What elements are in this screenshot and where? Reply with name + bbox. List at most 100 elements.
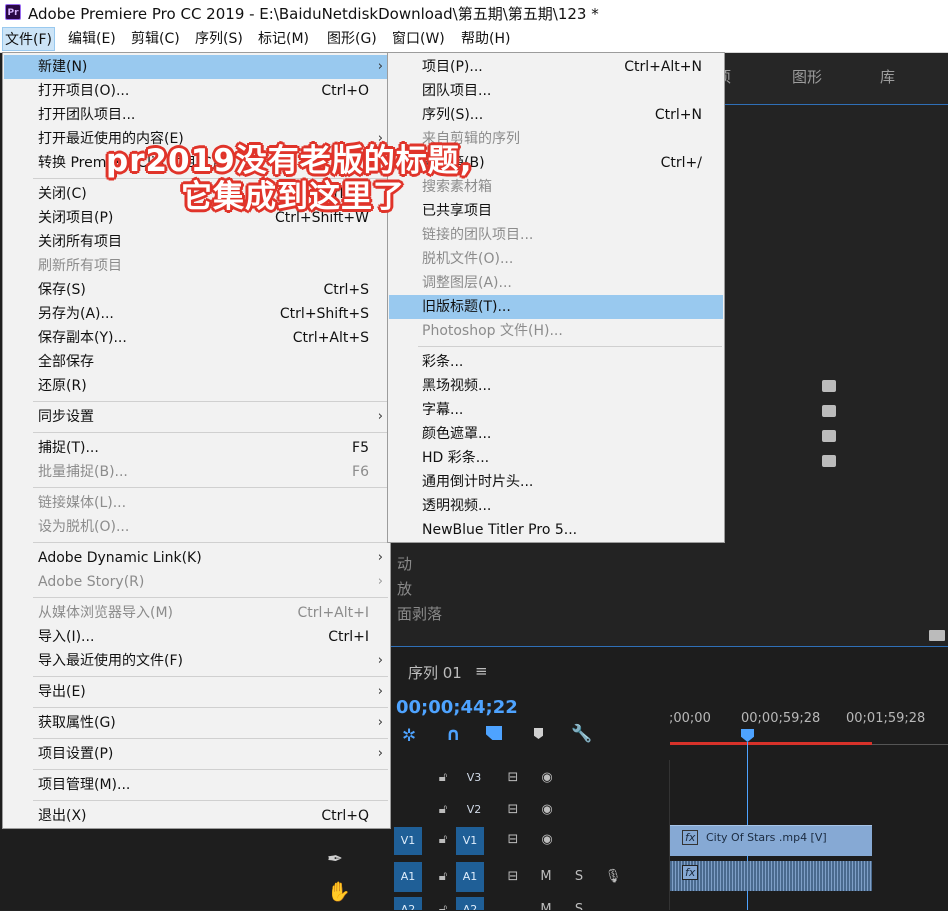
menu-item[interactable]: Adobe Dynamic Link(K) › [4,546,389,570]
work-area-bar[interactable] [670,742,872,745]
menu-item[interactable]: 导出(E) › [4,680,389,704]
menu-item-label: 链接媒体(L)... [38,495,127,511]
tab-graphics[interactable]: 图形 [792,66,822,87]
track-name[interactable]: V1 [456,827,484,855]
menu-item[interactable]: 退出(X) Ctrl+Q [4,804,389,828]
pen-tool-icon[interactable]: ✒ [327,848,343,870]
tab-library[interactable]: 库 [880,66,895,87]
menu-item[interactable]: 项目(P)... Ctrl+Alt+N [389,55,723,79]
solo-button[interactable]: S [570,864,588,890]
menu-item[interactable]: 关闭所有项目 [4,230,389,254]
menu-item[interactable]: Adobe Story(R) › [4,570,389,594]
menu-item[interactable]: 项目管理(M)... [4,773,389,797]
lock-icon[interactable]: 🔓︎ [434,864,452,890]
menu-item[interactable]: 设为脱机(O)... [4,515,389,539]
lock-icon[interactable]: 🔓︎ [434,897,452,910]
menu-sequence[interactable]: 序列(S) [193,27,245,51]
menu-item[interactable]: 调整图层(A)... [389,271,723,295]
effect-item[interactable]: 动 [397,553,412,574]
effect-item[interactable]: 放 [397,578,412,599]
lock-icon[interactable]: 🔓︎ [434,827,452,853]
menu-item-label: 脱机文件(O)... [422,251,514,267]
hand-tool-icon[interactable]: ✋ [327,880,351,903]
menu-item-label: 黑场视频... [422,378,492,394]
menu-item[interactable]: NewBlue Titler Pro 5... [389,518,723,542]
track-name[interactable]: A1 [456,862,484,892]
track-name[interactable]: V3 [460,765,488,791]
menu-item[interactable]: 序列(S)... Ctrl+N [389,103,723,127]
menu-item[interactable]: 打开团队项目... [4,103,389,127]
effect-item[interactable]: 面剥落 [397,603,442,624]
menu-file[interactable]: 文件(F) [2,27,55,51]
menu-help[interactable]: 帮助(H) [459,27,512,51]
audio-clip[interactable]: fx [670,861,872,891]
menu-edit[interactable]: 编辑(E) [66,27,118,51]
solo-button[interactable]: S [570,897,588,910]
menu-item[interactable]: 字幕... [389,398,723,422]
track-name[interactable]: V2 [460,797,488,823]
sync-lock-icon[interactable]: ⊟ [504,797,522,823]
menu-item[interactable]: 团队项目... [389,79,723,103]
track-name[interactable]: A2 [456,897,484,910]
menu-item[interactable]: 黑场视频... [389,374,723,398]
menu-item-label: 已共享项目 [422,203,492,219]
menu-item[interactable]: 从媒体浏览器导入(M) Ctrl+Alt+I [4,601,389,625]
menu-item[interactable]: 链接的团队项目... [389,223,723,247]
menu-item[interactable]: 脱机文件(O)... [389,247,723,271]
menu-item[interactable]: 捕捉(T)... F5 [4,436,389,460]
eye-icon[interactable]: ◉ [538,827,556,853]
menu-item-label: NewBlue Titler Pro 5... [422,522,578,538]
menu-item[interactable]: 打开项目(O)... Ctrl+O [4,79,389,103]
source-patch[interactable]: A1 [394,862,422,892]
playhead-timecode[interactable]: 00;00;44;22 [396,697,518,718]
menu-item[interactable]: 批量捕捉(B)... F6 [4,460,389,484]
source-patch[interactable]: A2 [394,897,422,910]
menu-item[interactable]: 刷新所有项目 [4,254,389,278]
menu-item[interactable]: 另存为(A)... Ctrl+Shift+S [4,302,389,326]
menu-item[interactable]: HD 彩条... [389,446,723,470]
menu-clip[interactable]: 剪辑(C) [129,27,182,51]
sequence-menu-icon[interactable]: ≡ [475,662,488,680]
menu-item-shortcut: Ctrl+/ [660,155,702,171]
wrench-icon[interactable]: 🔧 [571,724,592,744]
source-patch[interactable]: V1 [394,827,422,855]
menu-item[interactable]: 颜色遮罩... [389,422,723,446]
menu-item[interactable]: 项目设置(P) › [4,742,389,766]
sync-lock-icon[interactable]: ⊟ [504,864,522,890]
menu-item[interactable]: 导入(I)... Ctrl+I [4,625,389,649]
eye-icon[interactable]: ◉ [538,797,556,823]
menu-item[interactable]: 同步设置 › [4,405,389,429]
menu-window[interactable]: 窗口(W) [390,27,447,51]
menu-marker[interactable]: 标记(M) [256,27,311,51]
menu-item[interactable]: Photoshop 文件(H)... [389,319,723,343]
menu-item[interactable]: 全部保存 [4,350,389,374]
video-clip[interactable]: fx City Of Stars .mp4 [V] [670,825,872,856]
lock-icon[interactable]: 🔓︎ [434,765,452,791]
folder-icon[interactable] [929,630,945,641]
sync-lock-icon[interactable]: ⊟ [504,765,522,791]
menu-item[interactable]: 彩条... [389,350,723,374]
menu-item[interactable]: 保存(S) Ctrl+S [4,278,389,302]
eye-icon[interactable]: ◉ [538,765,556,791]
menu-item[interactable]: 已共享项目 [389,199,723,223]
mute-button[interactable]: M [537,897,555,910]
menu-item[interactable]: 透明视频... [389,494,723,518]
menu-item[interactable]: 保存副本(Y)... Ctrl+Alt+S [4,326,389,350]
sequence-tab[interactable]: 序列 01 [408,662,462,683]
menu-item[interactable]: 通用倒计时片头... [389,470,723,494]
menu-item[interactable]: 旧版标题(T)... [389,295,723,319]
menu-item[interactable]: 链接媒体(L)... [4,491,389,515]
sync-lock-icon[interactable]: ⊟ [504,827,522,853]
menu-item[interactable]: 还原(R) [4,374,389,398]
magnet-icon[interactable]: ∩ [446,724,461,745]
menu-graphics[interactable]: 图形(G) [325,27,379,51]
menu-item[interactable]: 新建(N) › [4,55,389,79]
menu-item-shortcut: Ctrl+N [654,107,702,123]
microphone-icon[interactable]: 🎙︎ [604,864,622,890]
snap-icon[interactable]: ✲ [402,726,416,746]
menu-item[interactable]: 导入最近使用的文件(F) › [4,649,389,673]
menu-item[interactable]: 获取属性(G) › [4,711,389,735]
lock-icon[interactable]: 🔓︎ [434,797,452,823]
annotation-line-2: 它集成到这里了 [181,179,405,215]
mute-button[interactable]: M [537,864,555,890]
